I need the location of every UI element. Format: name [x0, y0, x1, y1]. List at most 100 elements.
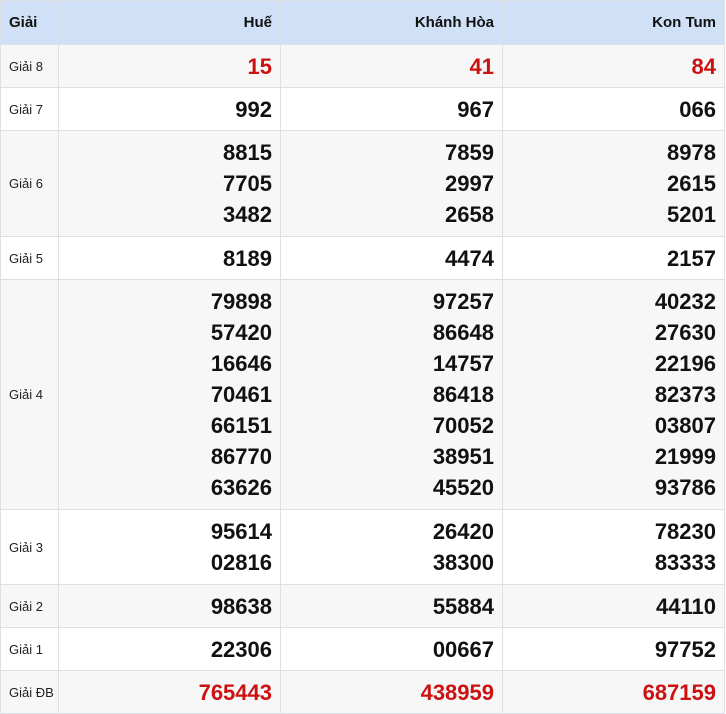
result-cell: 7859 2997 2658	[280, 130, 503, 237]
result-number: 45520	[432, 475, 494, 500]
result-number: 2157	[667, 245, 716, 271]
result-number: 40232	[654, 289, 716, 314]
special-prize-number: 438959	[420, 679, 494, 705]
prize-row-g1: Giải 1 22306 00667 97752	[0, 627, 725, 671]
result-number: 7859	[445, 140, 494, 165]
result-cell: 967	[280, 87, 503, 131]
result-cell: 00667	[280, 627, 503, 671]
result-number: 41	[469, 53, 494, 79]
result-cell: 8815 7705 3482	[58, 130, 281, 237]
result-number: 38951	[432, 444, 494, 469]
prize-column-header: Giải	[0, 0, 59, 45]
prize-row-g2: Giải 2 98638 55884 44110	[0, 584, 725, 628]
result-cell: 95614 02816	[58, 509, 281, 585]
province-header-kon-tum: Kon Tum	[502, 0, 725, 45]
result-number: 86770	[210, 444, 272, 469]
result-number: 8978	[667, 140, 716, 165]
result-number: 97752	[654, 636, 716, 662]
result-number: 98638	[210, 593, 272, 619]
result-number: 70052	[432, 413, 494, 438]
result-cell: 4474	[280, 236, 503, 280]
result-cell: 98638	[58, 584, 281, 628]
result-number: 86418	[432, 382, 494, 407]
result-number: 22196	[654, 351, 716, 376]
result-cell: 26420 38300	[280, 509, 503, 585]
result-cell: 992	[58, 87, 281, 131]
result-number: 967	[457, 96, 494, 122]
prize-row-g7: Giải 7 992 967 066	[0, 87, 725, 131]
province-header-khanh-hoa: Khánh Hòa	[280, 0, 503, 45]
result-number: 2658	[445, 202, 494, 227]
result-number: 00667	[432, 636, 494, 662]
result-number: 14757	[432, 351, 494, 376]
result-number: 97257	[432, 289, 494, 314]
result-number: 70461	[210, 382, 272, 407]
prize-row-g4: Giải 4 79898 57420 16646 70461 66151 867…	[0, 279, 725, 510]
result-number: 22306	[210, 636, 272, 662]
result-number: 82373	[654, 382, 716, 407]
result-number: 26420	[432, 519, 494, 544]
result-cell: 438959	[280, 670, 503, 714]
result-number: 8815	[223, 140, 272, 165]
result-cell: 79898 57420 16646 70461 66151 86770 6362…	[58, 279, 281, 510]
result-number: 57420	[210, 320, 272, 345]
prize-label: Giải 2	[0, 584, 59, 628]
prize-row-g5: Giải 5 8189 4474 2157	[0, 236, 725, 280]
result-number: 8189	[223, 245, 272, 271]
prize-label: Giải 1	[0, 627, 59, 671]
prize-row-g3: Giải 3 95614 02816 26420 38300 78230 833…	[0, 509, 725, 585]
result-number: 3482	[223, 202, 272, 227]
result-number: 992	[235, 96, 272, 122]
result-cell: 44110	[502, 584, 725, 628]
result-number: 86648	[432, 320, 494, 345]
result-number: 93786	[654, 475, 716, 500]
special-prize-number: 687159	[642, 679, 716, 705]
result-number: 16646	[210, 351, 272, 376]
result-cell: 8978 2615 5201	[502, 130, 725, 237]
result-number: 38300	[432, 550, 494, 575]
result-cell: 55884	[280, 584, 503, 628]
result-number: 4474	[445, 245, 494, 271]
prize-label: Giải 5	[0, 236, 59, 280]
result-number: 5201	[667, 202, 716, 227]
result-number: 79898	[210, 289, 272, 314]
result-number: 02816	[210, 550, 272, 575]
result-cell: 15	[58, 44, 281, 88]
prize-label: Giải 7	[0, 87, 59, 131]
result-number: 15	[247, 53, 272, 79]
result-number: 7705	[223, 171, 272, 196]
header-row: Giải Huế Khánh Hòa Kon Tum	[0, 0, 725, 45]
result-cell: 8189	[58, 236, 281, 280]
result-cell: 687159	[502, 670, 725, 714]
prize-row-special: Giải ĐB 765443 438959 687159	[0, 670, 725, 714]
prize-row-g6: Giải 6 8815 7705 3482 7859 2997 2658 897…	[0, 130, 725, 237]
prize-row-g8: Giải 8 15 41 84	[0, 44, 725, 88]
result-number: 03807	[654, 413, 716, 438]
result-number: 66151	[210, 413, 272, 438]
result-number: 95614	[210, 519, 272, 544]
result-number: 84	[691, 53, 716, 79]
result-number: 63626	[210, 475, 272, 500]
result-cell: 97257 86648 14757 86418 70052 38951 4552…	[280, 279, 503, 510]
province-header-hue: Huế	[58, 0, 281, 45]
prize-label: Giải ĐB	[0, 670, 59, 714]
result-number: 78230	[654, 519, 716, 544]
result-number: 83333	[654, 550, 716, 575]
result-number: 21999	[654, 444, 716, 469]
lottery-results-table: Giải Huế Khánh Hòa Kon Tum Giải 8 15 41 …	[0, 0, 725, 714]
prize-label: Giải 4	[0, 279, 59, 510]
result-cell: 41	[280, 44, 503, 88]
result-cell: 765443	[58, 670, 281, 714]
special-prize-number: 765443	[198, 679, 272, 705]
result-number: 44110	[656, 593, 716, 619]
result-cell: 40232 27630 22196 82373 03807 21999 9378…	[502, 279, 725, 510]
prize-label: Giải 3	[0, 509, 59, 585]
result-cell: 2157	[502, 236, 725, 280]
result-cell: 78230 83333	[502, 509, 725, 585]
result-number: 066	[679, 96, 716, 122]
prize-label: Giải 8	[0, 44, 59, 88]
result-cell: 84	[502, 44, 725, 88]
result-cell: 22306	[58, 627, 281, 671]
result-cell: 066	[502, 87, 725, 131]
prize-label: Giải 6	[0, 130, 59, 237]
